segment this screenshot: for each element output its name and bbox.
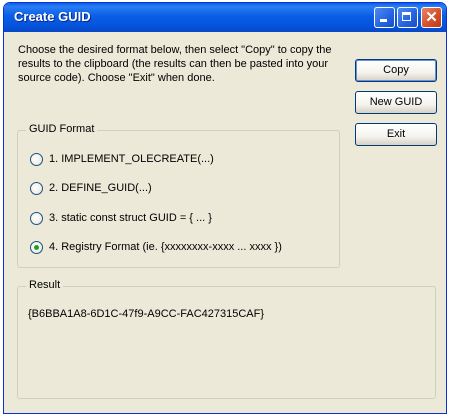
- result-label: Result: [26, 279, 64, 291]
- copy-button[interactable]: Copy: [355, 59, 437, 82]
- maximize-icon: [398, 8, 417, 27]
- minimize-button[interactable]: [374, 7, 395, 28]
- result-guid-value[interactable]: {B6BBA1A8-6D1C-47f9-A9CC-FAC427315CAF}: [28, 308, 264, 320]
- close-icon: ✕: [425, 9, 438, 26]
- window-title: Create GUID: [14, 9, 91, 24]
- result-group: Result {B6BBA1A8-6D1C-47f9-A9CC-FAC42731…: [17, 279, 436, 399]
- radio-button[interactable]: [30, 153, 43, 166]
- exit-button[interactable]: Exit: [355, 123, 437, 146]
- new-guid-button[interactable]: New GUID: [355, 91, 437, 114]
- guid-format-group: GUID Format 1. IMPLEMENT_OLECREATE(...) …: [17, 123, 340, 268]
- close-button[interactable]: ✕: [421, 7, 442, 28]
- create-guid-dialog: Create GUID ✕ Choose the desired format …: [3, 2, 447, 414]
- format-option-label: 1. IMPLEMENT_OLECREATE(...): [49, 153, 214, 165]
- minimize-icon: [375, 8, 394, 27]
- format-option-label: 3. static const struct GUID = { ... }: [49, 212, 212, 224]
- radio-button[interactable]: [30, 212, 43, 225]
- radio-button[interactable]: [30, 182, 43, 195]
- instructions-text: Choose the desired format below, then se…: [18, 44, 332, 84]
- format-option-label: 2. DEFINE_GUID(...): [49, 182, 152, 194]
- radio-button-selected[interactable]: [30, 241, 43, 254]
- guid-format-label: GUID Format: [26, 123, 98, 135]
- format-option-label: 4. Registry Format (ie. {xxxxxxxx-xxxx .…: [49, 241, 282, 253]
- title-bar[interactable]: Create GUID ✕: [4, 3, 446, 32]
- maximize-button[interactable]: [397, 7, 418, 28]
